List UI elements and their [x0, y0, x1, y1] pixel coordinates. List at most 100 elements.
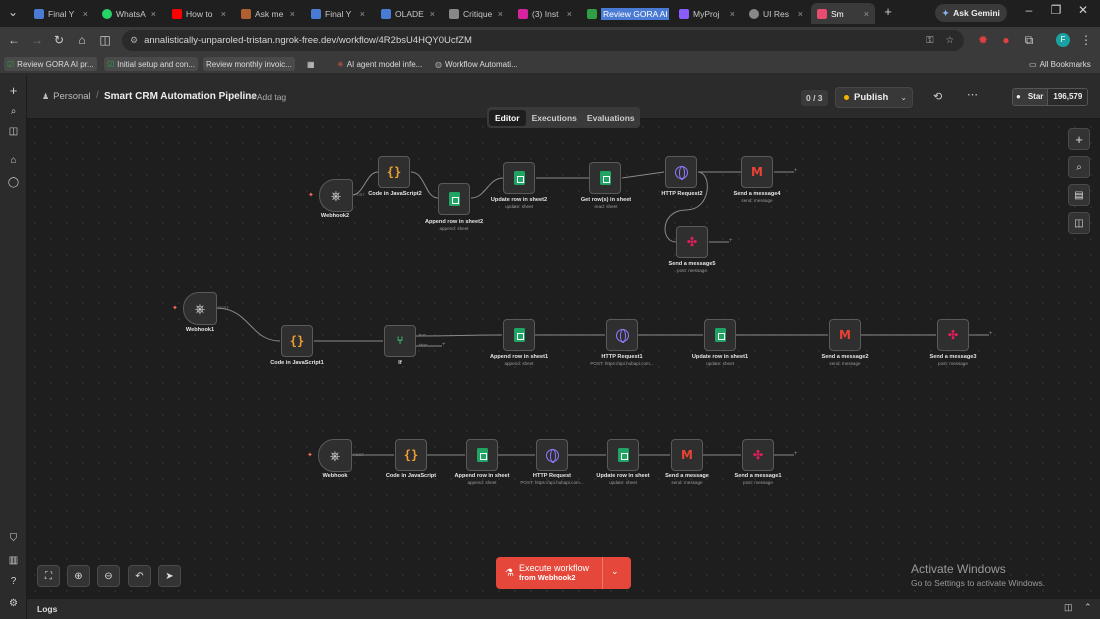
templates-icon[interactable]: ⛉	[7, 532, 20, 545]
help-icon[interactable]: ?	[7, 575, 20, 588]
close-icon[interactable]: ×	[567, 9, 572, 19]
node-update-sheet2[interactable]	[503, 162, 535, 194]
close-icon[interactable]: ×	[360, 9, 365, 19]
tab-editor[interactable]: Editor	[489, 109, 526, 126]
browser-tab[interactable]: Final Y ×	[28, 3, 94, 24]
sticky-note-icon[interactable]: ▤	[1068, 184, 1090, 206]
cursor-icon[interactable]: ➤	[158, 565, 181, 587]
apps-grid-icon[interactable]: ▦	[304, 57, 318, 71]
node-append-sheet[interactable]	[466, 439, 498, 471]
chevron-up-icon[interactable]: ⌃	[1084, 602, 1092, 613]
node-send-message5[interactable]: ✣	[676, 226, 708, 258]
close-icon[interactable]: ×	[221, 9, 226, 19]
node-http-request[interactable]	[536, 439, 568, 471]
extensions-puzzle-icon[interactable]: ⧉	[1021, 33, 1037, 48]
search-icon[interactable]: ⌕	[7, 105, 20, 118]
node-send-message[interactable]: M	[671, 439, 703, 471]
node-append-sheet1[interactable]	[503, 319, 535, 351]
panel-icon[interactable]: ◫	[7, 125, 20, 138]
browser-tab[interactable]: OLADE ×	[375, 3, 441, 24]
node-webhook[interactable]: ⎈	[318, 439, 352, 472]
execute-workflow-button[interactable]: ⚗ Execute workflow from Webhook2 ⌄	[496, 557, 631, 589]
zoom-in-icon[interactable]: ⊕	[67, 565, 90, 587]
ask-gemini-button[interactable]: ✦ Ask Gemini	[935, 4, 1007, 22]
all-bookmarks-button[interactable]: ▭ All Bookmarks	[1026, 57, 1094, 71]
history-icon[interactable]: ⟲	[933, 90, 942, 103]
zoom-out-icon[interactable]: ⊖	[97, 565, 120, 587]
node-send-message1[interactable]: ✣	[742, 439, 774, 471]
node-code-js2[interactable]: {}	[378, 156, 410, 188]
chevron-down-icon[interactable]: ⌄	[611, 566, 619, 577]
github-star-button[interactable]: ● Star 196,579	[1012, 88, 1089, 106]
add-node-button[interactable]: +	[1068, 128, 1090, 150]
back-icon[interactable]: ←	[6, 33, 22, 47]
search-nodes-icon[interactable]: ⌕	[1068, 156, 1090, 178]
home-icon[interactable]: ⌂	[74, 33, 90, 47]
reload-icon[interactable]: ↻	[51, 33, 67, 47]
add-tag-button[interactable]: + Add tag	[250, 92, 286, 102]
browser-tab[interactable]: Critique ×	[443, 3, 509, 24]
add-node-handle[interactable]: +	[989, 331, 993, 337]
browser-tab[interactable]: Ask me ×	[235, 3, 301, 24]
close-icon[interactable]: ×	[498, 9, 503, 19]
add-icon[interactable]: +	[7, 84, 20, 97]
password-key-icon[interactable]: ⚿	[926, 35, 933, 46]
extension-icon[interactable]: ✹	[975, 33, 991, 47]
more-options-icon[interactable]: ⋯	[967, 88, 978, 101]
forward-icon[interactable]: →	[29, 33, 45, 47]
tab-executions[interactable]: Executions	[528, 110, 581, 126]
home-icon[interactable]: ⌂	[7, 154, 20, 167]
browser-tab[interactable]: Final Y ×	[305, 3, 371, 24]
tab-search-icon[interactable]: ⌄	[5, 5, 21, 19]
node-update-sheet1[interactable]	[704, 319, 736, 351]
node-get-rows[interactable]	[589, 162, 621, 194]
bookmark-item[interactable]: ✳ AI agent model infe...	[334, 57, 425, 71]
extension-icon[interactable]: ●	[998, 33, 1014, 47]
add-node-handle[interactable]: +	[442, 342, 446, 348]
add-node-handle[interactable]: +	[729, 238, 733, 244]
new-tab-button[interactable]: +	[880, 4, 896, 19]
settings-gear-icon[interactable]: ⚙	[7, 597, 20, 610]
close-icon[interactable]: ×	[798, 9, 803, 19]
browser-tab[interactable]: WhatsA ×	[96, 3, 162, 24]
bookmark-star-icon[interactable]: ☆	[945, 35, 954, 46]
close-icon[interactable]: ×	[430, 9, 435, 19]
profile-avatar[interactable]: F	[1056, 33, 1070, 47]
node-code-js[interactable]: {}	[395, 439, 427, 471]
node-send-message4[interactable]: M	[741, 156, 773, 188]
node-code-js1[interactable]: {}	[281, 325, 313, 357]
undo-icon[interactable]: ↶	[128, 565, 151, 587]
minimize-icon[interactable]: –	[1021, 3, 1037, 17]
workflow-title[interactable]: Smart CRM Automation Pipeline	[104, 91, 257, 102]
close-icon[interactable]: ×	[290, 9, 295, 19]
node-update-sheet[interactable]	[607, 439, 639, 471]
browser-tab[interactable]: UI Res ×	[743, 3, 809, 24]
bookmark-item[interactable]: Review monthly invoic...	[203, 57, 295, 71]
node-if[interactable]: ⑂	[384, 325, 416, 357]
maximize-icon[interactable]: ❐	[1048, 3, 1064, 17]
logs-bar[interactable]: Logs ◫ ⌃	[27, 598, 1100, 619]
browser-tab[interactable]: Review GORA AI p	[581, 3, 669, 24]
window-close-icon[interactable]: ✕	[1075, 3, 1091, 17]
browser-tab[interactable]: (3) Inst ×	[512, 3, 578, 24]
panel-toggle-icon[interactable]: ◫	[1064, 602, 1073, 613]
close-icon[interactable]: ×	[83, 9, 88, 19]
node-webhook1[interactable]: ⎈	[183, 292, 217, 325]
browser-tab[interactable]: How to ×	[166, 3, 232, 24]
menu-kebab-icon[interactable]: ⋮	[1078, 33, 1094, 47]
url-field[interactable]: ⚙ annalistically-unparoled-tristan.ngrok…	[122, 30, 964, 51]
chevron-down-icon[interactable]: ⌄	[900, 93, 907, 102]
node-http-request2[interactable]	[665, 156, 697, 188]
node-http-request1[interactable]	[606, 319, 638, 351]
site-info-icon[interactable]: ⚙	[130, 35, 138, 46]
publish-button[interactable]: Publish ⌄	[835, 87, 913, 108]
tab-evaluations[interactable]: Evaluations	[583, 110, 639, 126]
bookmark-item[interactable]: ☑ Review GORA AI pr...	[4, 57, 97, 71]
close-icon[interactable]: ×	[151, 9, 156, 19]
close-icon[interactable]: ×	[730, 9, 735, 19]
insights-icon[interactable]: ▥	[7, 554, 20, 567]
bookmark-item[interactable]: ☑ Initial setup and con...	[104, 57, 198, 71]
version-counter[interactable]: 0 / 3	[801, 90, 828, 106]
breadcrumb[interactable]: ♟ Personal	[42, 91, 91, 102]
add-node-handle[interactable]: +	[794, 168, 798, 174]
